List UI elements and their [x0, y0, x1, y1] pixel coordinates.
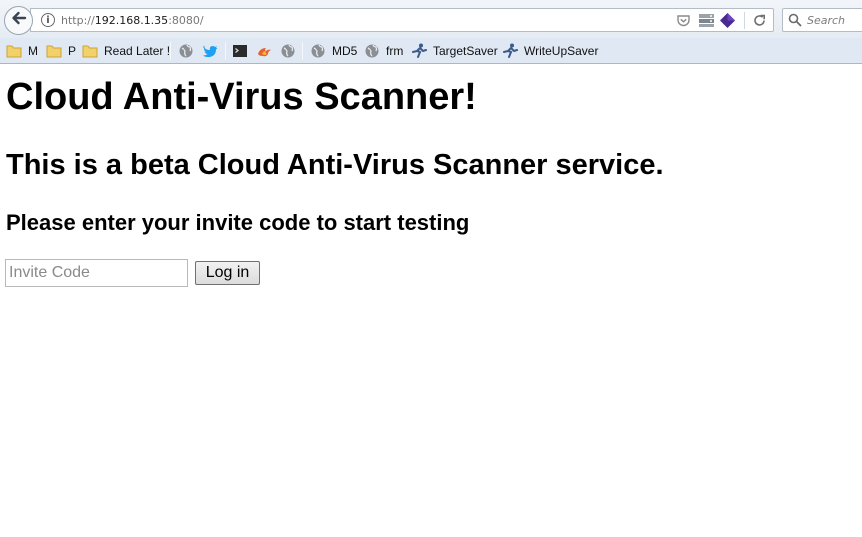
runner-icon [412, 43, 427, 58]
bookmark-writeupsaver[interactable]: WriteUpSaver [502, 43, 598, 59]
bookmark-fire[interactable] [256, 43, 272, 59]
address-bar[interactable]: i http://192.168.1.35:8080/ [30, 8, 774, 32]
bookmark-folder-read-later[interactable]: Read Later ! [82, 43, 170, 59]
bookmark-twitter[interactable] [202, 43, 218, 59]
login-button[interactable]: Log in [195, 261, 260, 285]
pocket-icon[interactable] [676, 13, 691, 33]
url-host: 192.168.1.35 [94, 14, 169, 27]
bookmark-label: Read Later ! [104, 44, 171, 58]
bookmark-md5[interactable]: MD5 [310, 43, 357, 59]
url-text[interactable]: http://192.168.1.35:8080/ [61, 14, 204, 27]
bookmark-frm[interactable]: frm [364, 43, 403, 59]
address-bar-divider [744, 12, 745, 29]
invite-code-input[interactable] [5, 259, 188, 287]
back-button[interactable] [4, 6, 33, 35]
bookmark-targetsaver[interactable]: TargetSaver [411, 43, 498, 59]
bookmark-label: P [68, 44, 77, 58]
folder-icon [82, 45, 98, 58]
bookmark-label: TargetSaver [433, 44, 498, 58]
invite-prompt: Please enter your invite code to start t… [6, 210, 470, 235]
bookmark-separator [225, 42, 226, 60]
reload-icon[interactable] [751, 12, 768, 34]
globe-icon [311, 44, 325, 58]
site-info-icon[interactable]: i [41, 13, 55, 27]
bookmark-label: frm [386, 44, 404, 58]
bookmark-globe-1[interactable] [178, 43, 194, 59]
extension-diamond-icon[interactable] [719, 12, 736, 34]
search-placeholder: Search [807, 14, 846, 27]
bookmark-folder-m[interactable]: M [6, 43, 38, 59]
fire-icon [258, 48, 271, 57]
bookmarks-toolbar: M P Read Later ! MD5 frm TargetSaver Wri… [0, 38, 862, 64]
bookmark-label: MD5 [332, 44, 358, 58]
twitter-bird-icon [203, 45, 218, 58]
bookmark-globe-2[interactable] [280, 43, 296, 59]
magnifier-icon [788, 13, 802, 32]
browser-toolbar: i http://192.168.1.35:8080/ Search [0, 0, 862, 38]
bookmark-separator [170, 42, 171, 60]
globe-icon [365, 44, 379, 58]
page-title: Cloud Anti-Virus Scanner! [6, 76, 477, 118]
bookmark-label: WriteUpSaver [524, 44, 599, 58]
bookmark-terminal[interactable] [232, 43, 248, 59]
url-scheme: http:// [61, 14, 95, 27]
back-arrow-icon [11, 10, 27, 31]
bookmark-folder-p[interactable]: P [46, 43, 76, 59]
url-port-path: :8080/ [168, 14, 204, 27]
search-box[interactable]: Search [782, 8, 862, 32]
folder-icon [6, 45, 22, 58]
bookmark-label: M [28, 44, 38, 58]
globe-icon [179, 44, 193, 58]
page-content: Cloud Anti-Virus Scanner! This is a beta… [0, 64, 862, 537]
globe-icon [281, 44, 295, 58]
page-subtitle: This is a beta Cloud Anti-Virus Scanner … [6, 149, 664, 181]
runner-icon [503, 43, 518, 58]
bookmark-separator [302, 42, 303, 60]
folder-icon [46, 45, 62, 58]
terminal-icon [233, 45, 247, 57]
server-icon[interactable] [698, 13, 715, 33]
